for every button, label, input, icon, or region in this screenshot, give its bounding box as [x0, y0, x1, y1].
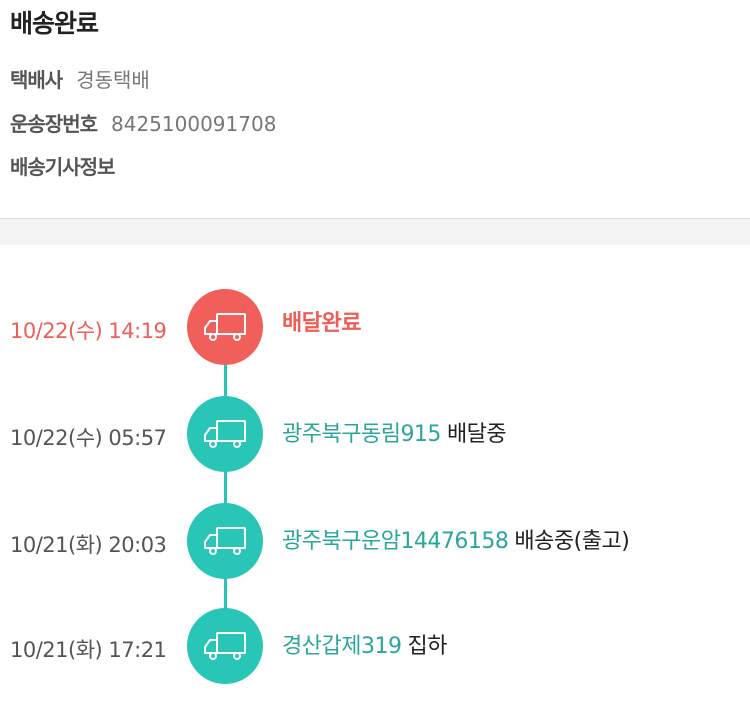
event-status: 배송중(출고): [514, 529, 630, 554]
tracking-number-value: 8425100091708: [111, 112, 277, 136]
truck-icon: [204, 313, 246, 341]
event-location: 광주북구동림915: [282, 422, 441, 447]
event-description: 광주북구동림915 배달중: [282, 416, 507, 448]
timeline-event: 10/22(수) 05:57 광주북구동림915 배달중: [0, 396, 750, 472]
truck-icon: [204, 420, 246, 448]
event-description: 경산갑제319 집하: [282, 628, 447, 660]
tracking-timeline: 10/22(수) 14:19 배달완료 10/22(수) 05:57 광주북구동…: [0, 245, 750, 706]
courier-row: 택배사 경동택배: [10, 64, 150, 93]
courier-label: 택배사: [10, 68, 63, 92]
tracking-number-label: 운송장번호: [10, 112, 98, 136]
timeline-event: 10/22(수) 14:19 배달완료: [0, 289, 750, 365]
event-time: 10/22(수) 14:19: [10, 319, 167, 343]
event-location: 경산갑제319: [282, 634, 402, 659]
truck-icon: [204, 527, 246, 555]
event-time: 10/22(수) 05:57: [10, 426, 167, 450]
event-time: 10/21(화) 17:21: [10, 638, 167, 662]
timeline-event: 10/21(화) 20:03 광주북구운암14476158 배송중(출고): [0, 503, 750, 579]
delivery-summary: 배송완료 택배사 경동택배 운송장번호 8425100091708 배송기사정보: [0, 0, 750, 219]
event-status-circle: [187, 289, 263, 365]
event-status-circle: [187, 608, 263, 684]
event-status-circle: [187, 503, 263, 579]
event-time: 10/21(화) 20:03: [10, 533, 167, 557]
event-status-circle: [187, 396, 263, 472]
driver-info-label[interactable]: 배송기사정보: [10, 155, 115, 179]
section-divider: [0, 219, 750, 245]
courier-value: 경동택배: [76, 68, 150, 92]
timeline-event: 10/21(화) 17:21 경산갑제319 집하: [0, 608, 750, 684]
event-location: 광주북구운암14476158: [282, 529, 509, 554]
driver-info-row[interactable]: 배송기사정보: [10, 151, 115, 180]
event-status: 배달완료: [282, 311, 361, 336]
truck-icon: [204, 632, 246, 660]
event-description: 광주북구운암14476158 배송중(출고): [282, 523, 630, 555]
event-status: 집하: [407, 634, 447, 659]
event-description: 배달완료: [282, 305, 361, 337]
tracking-number-row: 운송장번호 8425100091708: [10, 108, 276, 137]
event-status: 배달중: [446, 422, 507, 447]
delivery-status-title: 배송완료: [10, 9, 99, 38]
